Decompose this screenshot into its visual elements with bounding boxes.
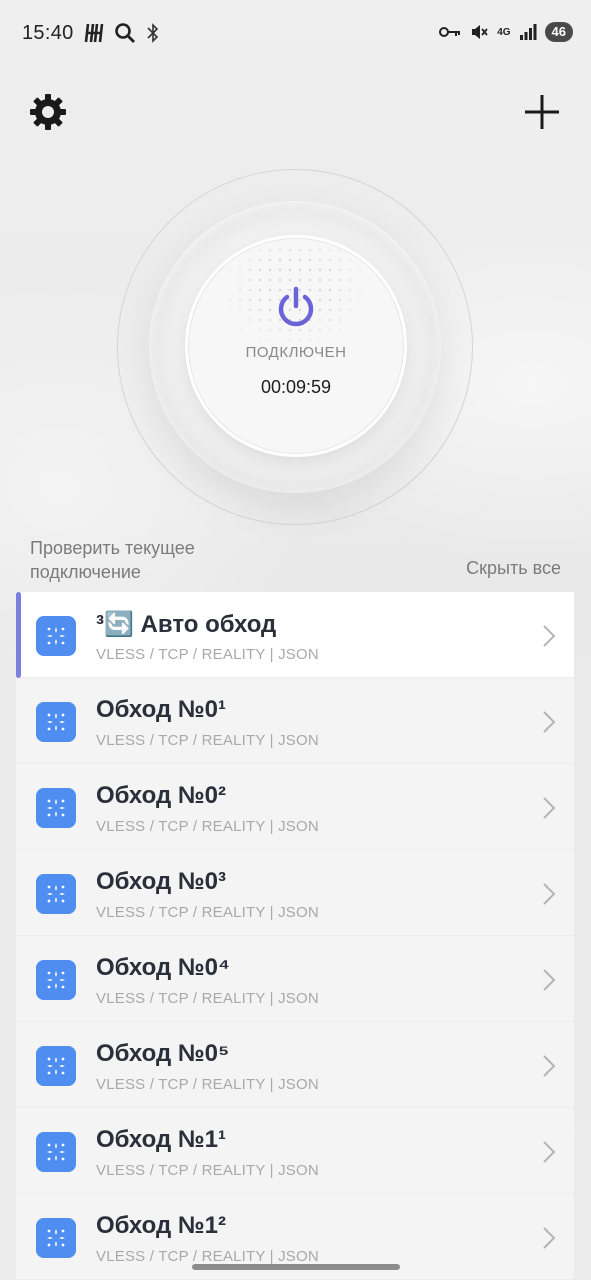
chevron-right-icon[interactable] [542, 796, 556, 820]
power-icon[interactable] [274, 286, 318, 330]
check-connection-link[interactable]: Проверить текущее подключение [30, 536, 250, 584]
server-icon [36, 1218, 76, 1258]
server-protocol: VLESS / TCP / REALITY | JSON [96, 818, 319, 835]
server-protocol: VLESS / TCP / REALITY | JSON [96, 732, 319, 749]
server-title: Обход №0⁴ [96, 954, 230, 981]
server-title: Обход №0² [96, 782, 226, 809]
chevron-right-icon[interactable] [542, 1140, 556, 1164]
bluetooth-icon [147, 23, 159, 43]
server-icon [36, 1132, 76, 1172]
server-protocol: VLESS / TCP / REALITY | JSON [96, 646, 319, 663]
active-indicator [16, 592, 21, 678]
server-list-item[interactable]: Обход №0⁵ VLESS / TCP / REALITY | JSON [16, 1022, 574, 1108]
chevron-right-icon[interactable] [542, 1226, 556, 1250]
chevron-right-icon[interactable] [542, 1054, 556, 1078]
h-icon [84, 23, 104, 43]
server-title: ³🔄 Авто обход [96, 611, 277, 638]
server-list-item[interactable]: Обход №0¹ VLESS / TCP / REALITY | JSON [16, 678, 574, 764]
status-time: 15:40 [22, 22, 74, 44]
home-indicator[interactable] [192, 1264, 400, 1270]
server-protocol: VLESS / TCP / REALITY | JSON [96, 1076, 319, 1093]
server-icon [36, 702, 76, 742]
battery-indicator: 46 [544, 22, 573, 42]
status-left-icons [84, 22, 160, 44]
server-icon [36, 616, 76, 656]
gear-icon[interactable] [28, 92, 68, 132]
server-title: Обход №0¹ [96, 696, 226, 723]
server-protocol: VLESS / TCP / REALITY | JSON [96, 1248, 319, 1265]
connection-status: ПОДКЛЮЧЕН [245, 344, 347, 361]
server-protocol: VLESS / TCP / REALITY | JSON [96, 990, 319, 1007]
search-icon [115, 23, 135, 43]
mute-icon [472, 25, 488, 39]
plus-icon[interactable] [522, 92, 562, 132]
server-list-item[interactable]: Обход №0³ VLESS / TCP / REALITY | JSON [16, 850, 574, 936]
server-list-item[interactable]: Обход №0⁴ VLESS / TCP / REALITY | JSON [16, 936, 574, 1022]
status-bar: 15:40 4G 46 [0, 0, 591, 70]
server-list-item[interactable]: Обход №0² VLESS / TCP / REALITY | JSON [16, 764, 574, 850]
chevron-right-icon[interactable] [542, 710, 556, 734]
server-icon [36, 1046, 76, 1086]
signal-icon [519, 24, 537, 40]
hide-all-link[interactable]: Скрыть все [466, 558, 561, 579]
chevron-right-icon[interactable] [542, 624, 556, 648]
server-title: Обход №0³ [96, 868, 226, 895]
server-title: Обход №1¹ [96, 1126, 226, 1153]
server-list-item[interactable]: ³🔄 Авто обход VLESS / TCP / REALITY | JSO… [16, 592, 574, 678]
server-protocol: VLESS / TCP / REALITY | JSON [96, 1162, 319, 1179]
server-list-item[interactable]: Обход №1¹ VLESS / TCP / REALITY | JSON [16, 1108, 574, 1194]
chevron-right-icon[interactable] [542, 968, 556, 992]
status-right-icons: 4G 46 [439, 22, 573, 42]
server-list: ³🔄 Авто обход VLESS / TCP / REALITY | JSO… [16, 592, 574, 1280]
server-icon [36, 788, 76, 828]
server-protocol: VLESS / TCP / REALITY | JSON [96, 904, 319, 921]
network-type: 4G [497, 26, 511, 38]
server-icon [36, 874, 76, 914]
server-title: Обход №0⁵ [96, 1040, 230, 1067]
vpn-key-icon [439, 27, 461, 37]
chevron-right-icon[interactable] [542, 882, 556, 906]
connection-timer: 00:09:59 [260, 377, 332, 397]
server-icon [36, 960, 76, 1000]
server-title: Обход №1² [96, 1212, 226, 1239]
